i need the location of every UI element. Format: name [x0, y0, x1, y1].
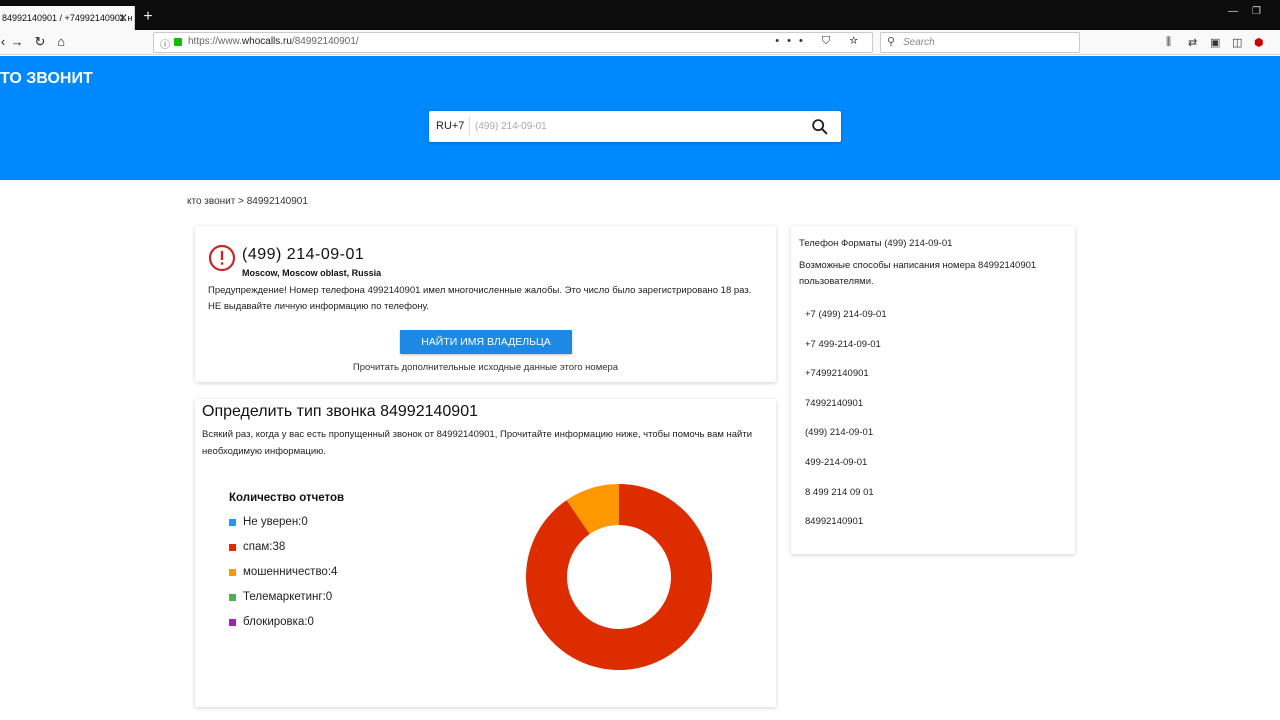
call-type-title: Определить тип звонка 84992140901	[202, 403, 478, 420]
format-item: 8 499 214 09 01	[805, 486, 874, 498]
screenshot-icon[interactable]: ▣	[1210, 36, 1220, 49]
legend-swatch	[229, 569, 236, 576]
url-bar[interactable]: ⓘ https://www.whocalls.ru/84992140901/ •…	[153, 32, 873, 53]
library-icon[interactable]: ⫼	[1166, 36, 1171, 49]
formats-description: Возможные способы написания номера 84992…	[799, 260, 1037, 287]
legend-swatch	[229, 544, 236, 551]
formats-list: +7 (499) 214-09-01 +7 499-214-09-01 +74992…	[805, 308, 887, 545]
format-item: +7 (499) 214-09-01	[805, 309, 887, 320]
new-tab-button[interactable]: +	[138, 6, 158, 30]
format-item: 74992140901	[805, 397, 864, 409]
phone-search-box: RU+7	[429, 111, 841, 142]
phone-number-title: (499) 214-09-01	[242, 246, 365, 263]
report-donut-chart	[526, 484, 712, 670]
forward-icon[interactable]: →	[8, 33, 26, 51]
legend-swatch	[229, 619, 236, 626]
browser-tab-bar: 84992140901 / +74992140901 н ✕ + — ❐	[0, 0, 1280, 30]
url-text: https://www.whocalls.ru/84992140901/	[188, 36, 359, 47]
legend-label: мошенничество:4	[243, 566, 338, 578]
warning-card: (499) 214-09-01 Moscow, Moscow oblast, R…	[195, 226, 776, 382]
legend-label: Телемаркетинг:0	[243, 591, 333, 603]
call-type-description: Всякий раз, когда у вас есть пропущенный…	[202, 429, 753, 457]
search-icon[interactable]	[809, 116, 831, 138]
format-item: +74992140901	[805, 368, 869, 380]
browser-search-field[interactable]: ⚲ Search	[880, 32, 1080, 53]
format-item: (499) 214-09-01	[805, 427, 874, 439]
divider	[469, 117, 470, 136]
site-logo[interactable]: ТО ЗВОНИТ	[0, 70, 93, 88]
lock-icon	[174, 38, 182, 46]
sidebar-icon[interactable]: ◫	[1232, 36, 1242, 49]
formats-title: Телефон Форматы (499) 214-09-01	[799, 238, 953, 249]
country-prefix[interactable]: RU+7	[436, 120, 464, 132]
phone-formats-card: Телефон Форматы (499) 214-09-01 Возможны…	[791, 226, 1075, 554]
search-icon: ⚲	[887, 36, 896, 48]
legend-label: блокировка:0	[243, 616, 314, 628]
breadcrumb[interactable]: кто звонит > 84992140901	[187, 196, 308, 207]
phone-location: Moscow, Moscow oblast, Russia	[242, 268, 382, 278]
search-placeholder: Search	[903, 37, 935, 48]
browser-nav-bar: ‹ → ↻ ⌂ ⓘ https://www.whocalls.ru/849921…	[0, 30, 1280, 55]
site-header: ТО ЗВОНИТ RU+7	[0, 56, 1280, 180]
format-item: +7 499-214-09-01	[805, 338, 881, 350]
restore-icon[interactable]: ❐	[1252, 6, 1261, 17]
tab-title: 84992140901 / +74992140901 н	[2, 13, 133, 23]
phone-search-input[interactable]	[475, 116, 795, 137]
home-icon[interactable]: ⌂	[52, 33, 70, 51]
legend-label: Не уверен:0	[243, 516, 308, 528]
translate-icon[interactable]: ⇄	[1188, 36, 1197, 49]
tab-close-icon[interactable]: ✕	[118, 6, 128, 30]
legend-swatch	[229, 594, 236, 601]
format-item: 499-214-09-01	[805, 456, 868, 468]
page-actions-icon[interactable]: ••• ⛉ ☆	[775, 35, 866, 48]
warning-text: Предупреждение! Номер телефона 499214090…	[208, 285, 752, 312]
chart-legend-title: Количество отчетов	[229, 492, 345, 504]
more-info-link[interactable]: Прочитать дополнительные исходные данные…	[195, 362, 776, 373]
minimize-icon[interactable]: —	[1228, 6, 1238, 17]
legend-label: спам:38	[243, 541, 286, 553]
call-type-card: Определить тип звонка 84992140901 Всякий…	[195, 399, 776, 707]
format-item: 84992140901	[805, 516, 864, 528]
browser-tab[interactable]: 84992140901 / +74992140901 н	[0, 6, 135, 30]
legend-swatch	[229, 519, 236, 526]
reload-icon[interactable]: ↻	[31, 33, 49, 51]
warning-icon	[208, 244, 236, 272]
find-owner-button[interactable]: НАЙТИ ИМЯ ВЛАДЕЛЬЦА	[400, 330, 572, 354]
info-icon[interactable]: ⓘ	[160, 36, 170, 51]
extension-icon[interactable]: ⬢	[1254, 36, 1264, 49]
